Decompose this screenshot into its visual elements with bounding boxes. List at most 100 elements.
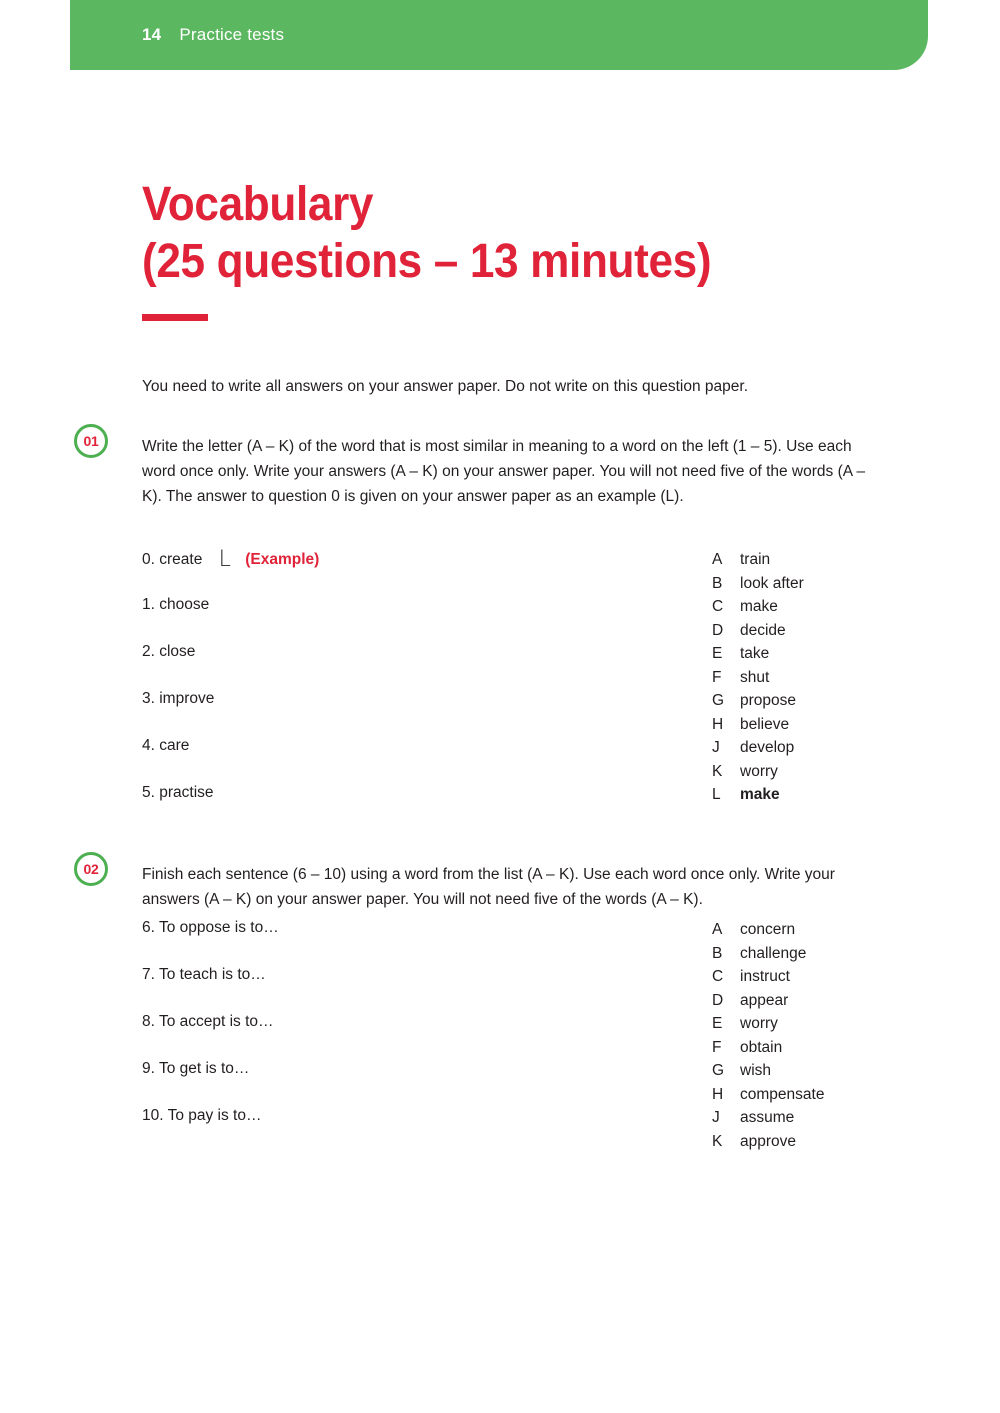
stem-item: 2. close [142, 642, 562, 689]
option-letter: C [712, 598, 724, 615]
option-word: make [740, 786, 780, 803]
stem-item: 10. To pay is to… [142, 1106, 562, 1153]
option-word: take [740, 645, 770, 662]
option-item: Ddecide [712, 619, 992, 643]
option-letter: B [712, 944, 723, 962]
option-word: worry [740, 762, 778, 780]
option-item: Kapprove [712, 1130, 992, 1154]
option-letter: F [712, 1038, 722, 1056]
option-word: challenge [740, 944, 807, 962]
option-item: Gwish [712, 1059, 992, 1083]
option-word: instruct [740, 968, 790, 985]
stem-text: 8. To accept is to… [142, 1013, 274, 1030]
option-letter: L [712, 786, 721, 803]
question-number-badge-02: 02 [74, 852, 108, 886]
option-word: worry [740, 1015, 778, 1032]
option-word: propose [740, 692, 797, 709]
option-item: Bchallenge [712, 942, 992, 966]
stem-item: 1. choose [142, 595, 562, 642]
stem-item: 5. practise [142, 783, 562, 830]
option-letter: J [712, 739, 720, 756]
option-word: assume [740, 1109, 795, 1126]
option-letter: H [712, 715, 724, 733]
option-word: decide [740, 621, 786, 639]
option-letter: F [712, 668, 722, 686]
stem-text: 3. improve [142, 690, 215, 707]
stem-list-01: 0. create L (Example) 1. choose 2. close… [142, 548, 562, 830]
option-word: train [740, 551, 771, 568]
option-item: Aconcern [712, 918, 992, 942]
option-letter: E [712, 645, 723, 662]
option-letter: G [712, 1062, 725, 1079]
stem-text: 5. practise [142, 784, 214, 801]
option-item: Cmake [712, 595, 992, 619]
option-letter: B [712, 574, 723, 592]
stem-text: 1. choose [142, 596, 210, 613]
stem-text: 0. create [142, 551, 203, 568]
stem-text: 10. To pay is to… [142, 1107, 262, 1124]
stem-item: 9. To get is to… [142, 1059, 562, 1106]
option-word: approve [740, 1132, 797, 1150]
example-answer-letter: L [218, 547, 231, 572]
option-item: Blook after [712, 572, 992, 596]
stem-list-02: 6. To oppose is to… 7. To teach is to… 8… [142, 918, 562, 1153]
option-letter: A [712, 921, 723, 938]
option-letter: K [712, 762, 723, 780]
option-item: Hcompensate [712, 1083, 992, 1107]
option-item: Etake [712, 642, 992, 666]
option-item: Dappear [712, 989, 992, 1013]
stem-item: 8. To accept is to… [142, 1012, 562, 1059]
option-item: Jdevelop [712, 736, 992, 760]
instruction-note: You need to write all answers on your an… [142, 377, 749, 395]
option-word: shut [740, 668, 770, 686]
stem-item: 7. To teach is to… [142, 965, 562, 1012]
stem-text: 7. To teach is to… [142, 966, 266, 983]
example-label: (Example) [245, 551, 320, 568]
option-word: compensate [740, 1085, 825, 1103]
option-letter: K [712, 1132, 723, 1150]
option-letter: A [712, 551, 723, 568]
stem-item: 0. create L (Example) [142, 548, 562, 595]
stem-item: 4. care [142, 736, 562, 783]
option-item: Eworry [712, 1012, 992, 1036]
question-number-badge-01: 01 [74, 424, 108, 458]
page-title-line-1: Vocabulary [142, 178, 374, 231]
stem-text: 6. To oppose is to… [142, 919, 279, 936]
option-item: Gpropose [712, 689, 992, 713]
option-word: concern [740, 921, 796, 938]
option-word: make [740, 598, 778, 615]
option-letter: D [712, 621, 724, 639]
option-item: Fobtain [712, 1036, 992, 1060]
option-item: Kworry [712, 760, 992, 784]
option-word: appear [740, 991, 789, 1009]
option-list-01: Atrain Blook after Cmake Ddecide Etake F… [712, 548, 992, 807]
option-letter: C [712, 968, 724, 985]
option-word: obtain [740, 1038, 783, 1056]
option-word: look after [740, 574, 804, 592]
option-item: Lmake [712, 783, 992, 807]
title-block: Vocabulary (25 questions – 13 minutes) [142, 176, 902, 321]
option-letter: G [712, 692, 725, 709]
option-letter: J [712, 1109, 720, 1126]
stem-text: 2. close [142, 643, 196, 660]
title-underline-rule [142, 314, 208, 321]
option-item: Atrain [712, 548, 992, 572]
option-list-02: Aconcern Bchallenge Cinstruct Dappear Ew… [712, 918, 992, 1153]
option-item: Fshut [712, 666, 992, 690]
option-word: wish [740, 1062, 772, 1079]
stem-text: 4. care [142, 737, 190, 754]
option-word: believe [740, 715, 790, 733]
option-item: Hbelieve [712, 713, 992, 737]
option-word: develop [740, 739, 795, 756]
option-item: Cinstruct [712, 965, 992, 989]
question-prompt-02: Finish each sentence (6 – 10) using a wo… [142, 865, 835, 908]
stem-item: 3. improve [142, 689, 562, 736]
option-item: Jassume [712, 1106, 992, 1130]
option-letter: E [712, 1015, 723, 1032]
stem-text: 9. To get is to… [142, 1060, 250, 1077]
page-title-line-2: (25 questions – 13 minutes) [142, 235, 712, 288]
page-content: Vocabulary (25 questions – 13 minutes) Y… [0, 0, 1000, 1413]
option-letter: D [712, 991, 724, 1009]
option-letter: H [712, 1085, 724, 1103]
question-prompt-01: Write the letter (A – K) of the word tha… [142, 437, 866, 505]
